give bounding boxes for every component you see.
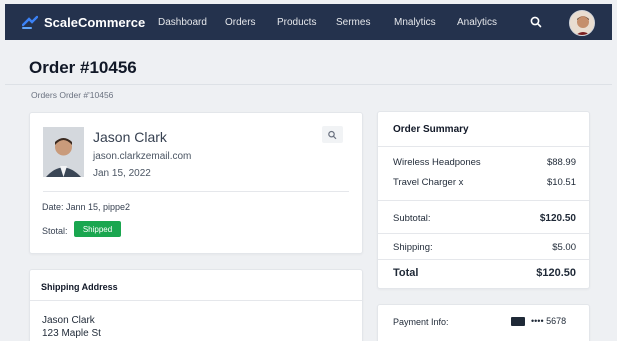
nav-item-products[interactable]: Products <box>277 17 316 28</box>
payment-label: Payment Info: <box>393 317 449 327</box>
breadcrumb: Orders Order #'10456 <box>31 90 114 100</box>
status-badge: Shipped <box>74 221 121 237</box>
customer-card: Jason Clark jason.clarkzemail.com Jan 15… <box>29 112 363 254</box>
customer-name: Jason Clark <box>93 129 167 145</box>
nav-item-mnalytics[interactable]: Mnalytics <box>394 17 436 28</box>
status-label: Stotal: <box>42 226 68 236</box>
customer-avatar <box>43 127 84 177</box>
nav-item-dashboard[interactable]: Dashboard <box>158 17 207 28</box>
item-price: $88.99 <box>546 157 576 168</box>
shipping-row: Shipping: $5.00 <box>393 242 576 253</box>
card-divider <box>43 191 349 192</box>
total-row: Total $120.50 <box>393 267 576 279</box>
header-divider <box>5 84 612 85</box>
brand-logo-icon <box>22 15 38 29</box>
subtotal-value: $120.50 <box>539 213 576 224</box>
card-number: •••• 5678 <box>531 316 567 326</box>
summary-divider <box>378 259 589 260</box>
nav-item-sermes[interactable]: Sermes <box>336 17 370 28</box>
credit-card-icon <box>511 317 525 326</box>
brand[interactable]: ScaleCommerce <box>22 15 145 30</box>
search-icon[interactable] <box>528 15 544 29</box>
summary-divider <box>378 146 589 147</box>
item-price: $10.51 <box>546 177 576 188</box>
summary-divider <box>378 233 589 234</box>
user-avatar-icon <box>570 11 594 35</box>
shipping-address-card: Shipping Address Jason Clark 123 Maple S… <box>29 269 363 341</box>
customer-date: Jan 15, 2022 <box>93 168 151 179</box>
top-navigation-bar: ScaleCommerce Dashboard Orders Products … <box>5 4 612 40</box>
customer-photo-icon <box>43 127 84 177</box>
customer-email: jason.clarkzemail.com <box>93 151 192 162</box>
summary-item-row: Wireless Headpones $88.99 <box>393 157 576 168</box>
nav-item-orders[interactable]: Orders <box>225 17 256 28</box>
item-name: Travel Charger x <box>393 177 464 188</box>
order-summary-card: Order Summary Wireless Headpones $88.99 … <box>377 111 590 289</box>
shipping-name: Jason Clark <box>42 315 95 326</box>
page-title: Order #10456 <box>29 58 137 77</box>
nav-item-analytics[interactable]: Analytics <box>457 17 497 28</box>
customer-search-button[interactable] <box>322 126 343 143</box>
user-avatar[interactable] <box>569 10 595 36</box>
shipping-label: Shipping: <box>393 242 433 253</box>
payment-info-card: Payment Info: •••• 5678 <box>377 304 590 341</box>
summary-title: Order Summary <box>393 124 469 135</box>
shipping-title: Shipping Address <box>41 282 118 292</box>
subtotal-label: Subtotal: <box>393 213 431 224</box>
total-label: Total <box>393 267 419 279</box>
shipping-street: 123 Maple St <box>42 328 101 339</box>
shipping-divider <box>30 300 362 301</box>
summary-item-row: Travel Charger x $10.51 <box>393 177 576 188</box>
subtotal-row: Subtotal: $120.50 <box>393 213 576 224</box>
brand-name: ScaleCommerce <box>44 14 146 30</box>
summary-divider <box>378 200 589 201</box>
shipping-value: $5.00 <box>552 242 576 253</box>
order-date-detail: Date: Jann 15, pippe2 <box>42 202 131 212</box>
item-name: Wireless Headpones <box>393 157 481 168</box>
total-value: $120.50 <box>536 267 576 279</box>
search-icon <box>328 130 337 139</box>
